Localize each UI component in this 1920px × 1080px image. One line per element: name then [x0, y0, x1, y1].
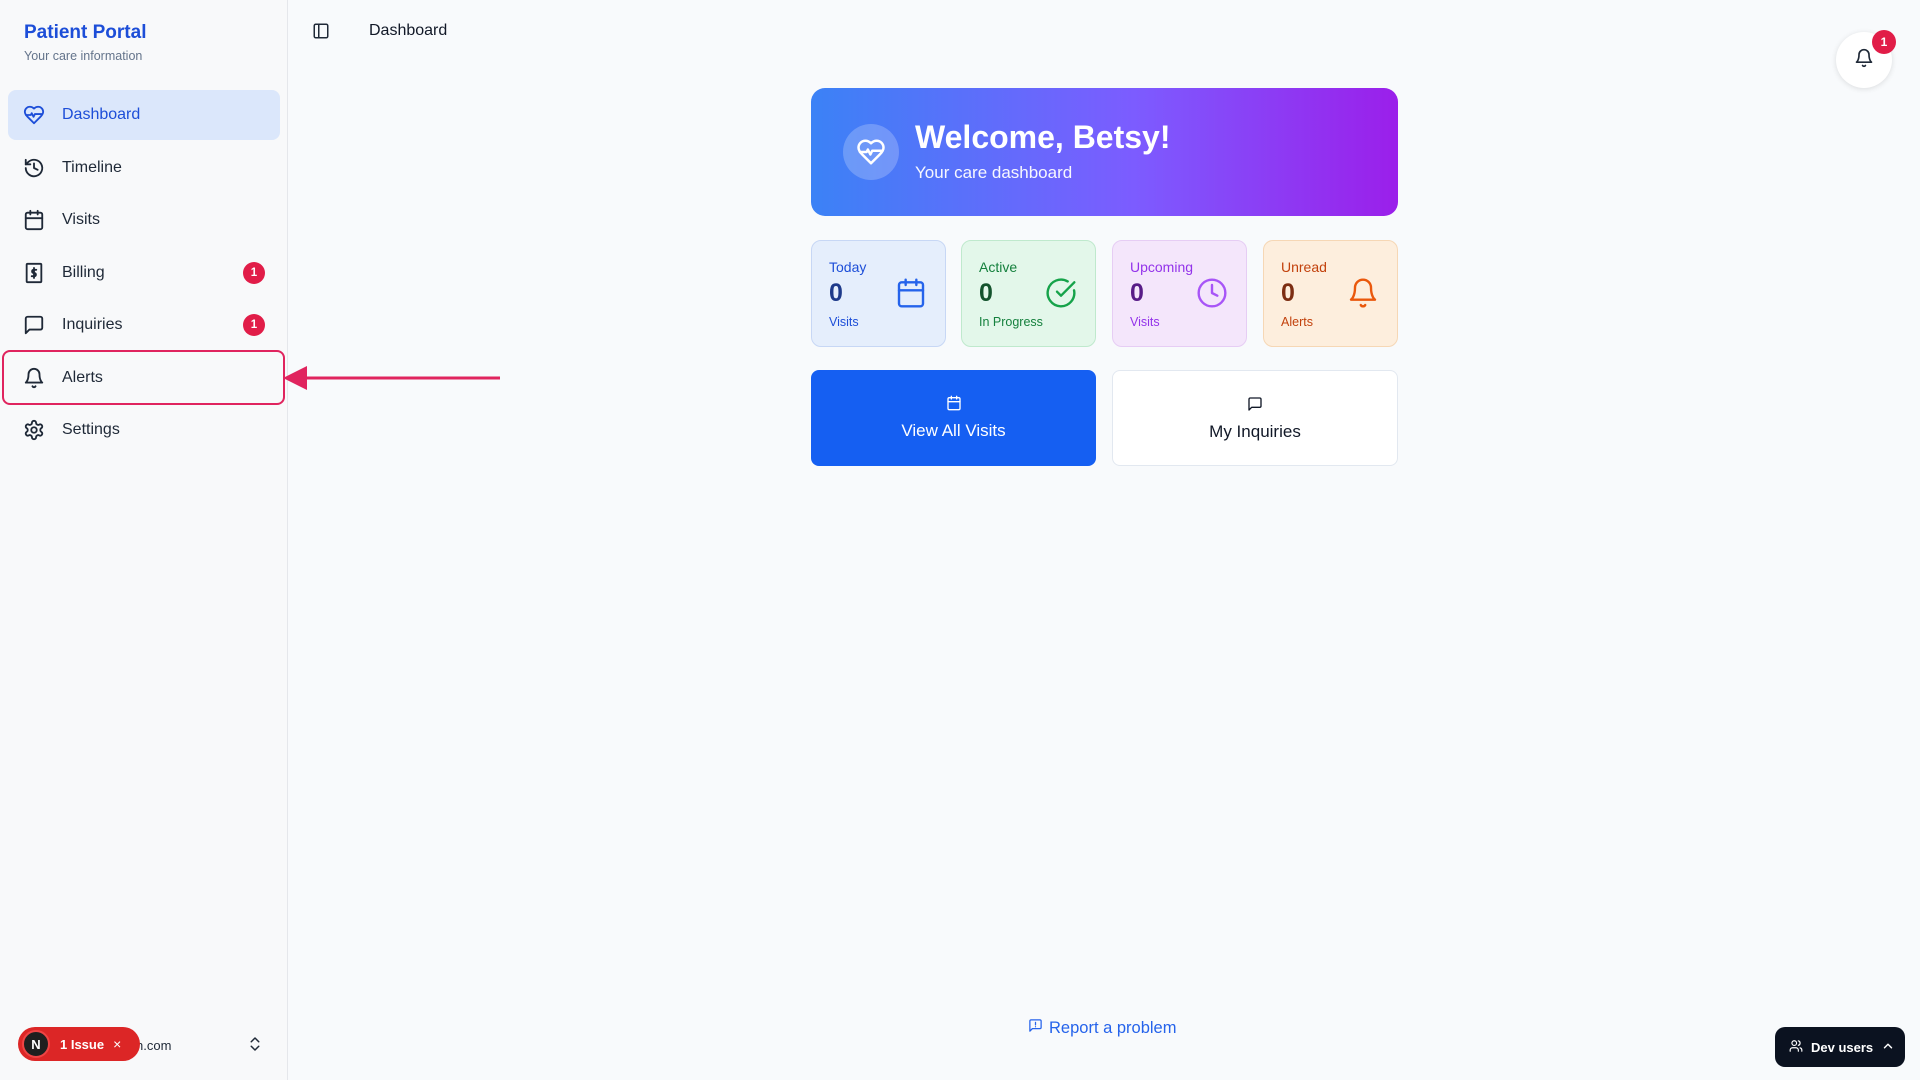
brand-title: Patient Portal [24, 22, 147, 43]
sidebar-item-billing[interactable]: Billing 1 [8, 248, 280, 298]
clock-icon [1196, 277, 1228, 309]
heart-pulse-icon [843, 124, 899, 180]
stat-card-today: Today 0 Visits [811, 240, 946, 347]
chevron-up-icon [1881, 1039, 1895, 1056]
sidebar-toggle-icon[interactable] [312, 22, 330, 40]
welcome-banner: Welcome, Betsy! Your care dashboard [811, 88, 1398, 216]
sidebar-item-timeline[interactable]: Timeline [8, 143, 280, 193]
annotation-arrow [283, 366, 500, 390]
sidebar-item-label: Settings [62, 421, 120, 438]
sidebar-item-inquiries[interactable]: Inquiries 1 [8, 300, 280, 350]
sidebar: Patient Portal Your care information Das… [0, 0, 288, 1080]
stat-value: 0 [979, 279, 993, 307]
stat-sub: Alerts [1281, 315, 1313, 329]
sidebar-item-dashboard[interactable]: Dashboard [8, 90, 280, 140]
calendar-icon [895, 277, 927, 309]
brand-subtitle: Your care information [24, 49, 143, 63]
sidebar-item-label: Timeline [62, 158, 122, 176]
billing-count-badge: 1 [243, 261, 265, 284]
brand: Patient Portal Your care information [24, 22, 146, 63]
calendar-icon [23, 209, 45, 231]
bell-icon [1854, 48, 1874, 73]
stat-label: Upcoming [1130, 259, 1194, 275]
sidebar-item-label: Inquiries [62, 316, 123, 333]
receipt-dollar-icon [23, 262, 45, 284]
topbar: Dashboard 1 [288, 0, 1920, 88]
calendar-icon [946, 395, 962, 411]
dev-users-button[interactable]: Dev users [1775, 1027, 1905, 1067]
stat-card-upcoming: Upcoming 0 Visits [1112, 240, 1247, 347]
bell-icon [23, 367, 45, 389]
chevrons-up-down-icon[interactable] [246, 1032, 264, 1056]
my-inquiries-button[interactable]: My Inquiries [1112, 370, 1398, 466]
issue-avatar: N [22, 1030, 50, 1058]
users-icon [1789, 1039, 1803, 1056]
stat-value: 0 [1281, 279, 1295, 307]
stat-sub: In Progress [979, 315, 1043, 329]
dev-users-label: Dev users [1811, 1039, 1874, 1055]
stat-label: Today [829, 259, 867, 275]
message-square-icon [1247, 396, 1263, 412]
button-label: My Inquiries [1209, 422, 1301, 441]
sidebar-item-label: Dashboard [62, 106, 141, 123]
sidebar-item-label: Visits [62, 211, 100, 228]
stat-sub: Visits [829, 315, 859, 329]
stat-label: Active [979, 259, 1018, 275]
user-email: n.com [136, 1038, 172, 1053]
flag-message-icon [1028, 1018, 1049, 1038]
sidebar-nav: Dashboard Timeline Visits Billing 1 Inqu… [8, 90, 280, 458]
notifications-button[interactable]: 1 [1836, 30, 1896, 88]
notification-count-badge: 1 [1872, 30, 1896, 54]
inquiries-count-badge: 1 [243, 314, 265, 336]
sidebar-item-label: Alerts [62, 368, 103, 386]
stat-value: 0 [829, 279, 843, 307]
button-label: View All Visits [901, 421, 1006, 440]
report-problem-link[interactable]: Report a problem [1028, 1018, 1176, 1038]
view-all-visits-button[interactable]: View All Visits [811, 370, 1096, 466]
stat-card-active: Active 0 In Progress [961, 240, 1096, 347]
stats-row: Today 0 Visits Active 0 In Progress Upco… [811, 240, 1398, 347]
heart-pulse-icon [23, 104, 45, 126]
sidebar-footer: n.com N 1 Issue × [16, 1024, 274, 1064]
gear-icon [23, 419, 45, 441]
welcome-title: Welcome, Betsy! [915, 119, 1171, 155]
sidebar-item-label: Billing [62, 263, 105, 281]
history-icon [23, 157, 45, 179]
bell-icon [1347, 277, 1379, 309]
sidebar-item-settings[interactable]: Settings [8, 405, 280, 455]
stat-sub: Visits [1130, 315, 1160, 329]
issues-badge[interactable]: N 1 Issue × [18, 1027, 140, 1061]
welcome-subtitle: Your care dashboard [915, 163, 1073, 182]
stat-label: Unread [1281, 259, 1327, 275]
stat-value: 0 [1130, 279, 1144, 307]
issue-label: 1 Issue [60, 1036, 105, 1052]
stat-card-unread: Unread 0 Alerts [1263, 240, 1398, 347]
sidebar-item-visits[interactable]: Visits [8, 195, 280, 245]
close-icon[interactable]: × [113, 1036, 121, 1052]
report-label: Report a problem [1049, 1018, 1177, 1037]
message-square-icon [23, 314, 45, 336]
check-circle-icon [1045, 277, 1077, 309]
breadcrumb: Dashboard [369, 22, 448, 39]
sidebar-item-alerts[interactable]: Alerts [8, 353, 280, 403]
